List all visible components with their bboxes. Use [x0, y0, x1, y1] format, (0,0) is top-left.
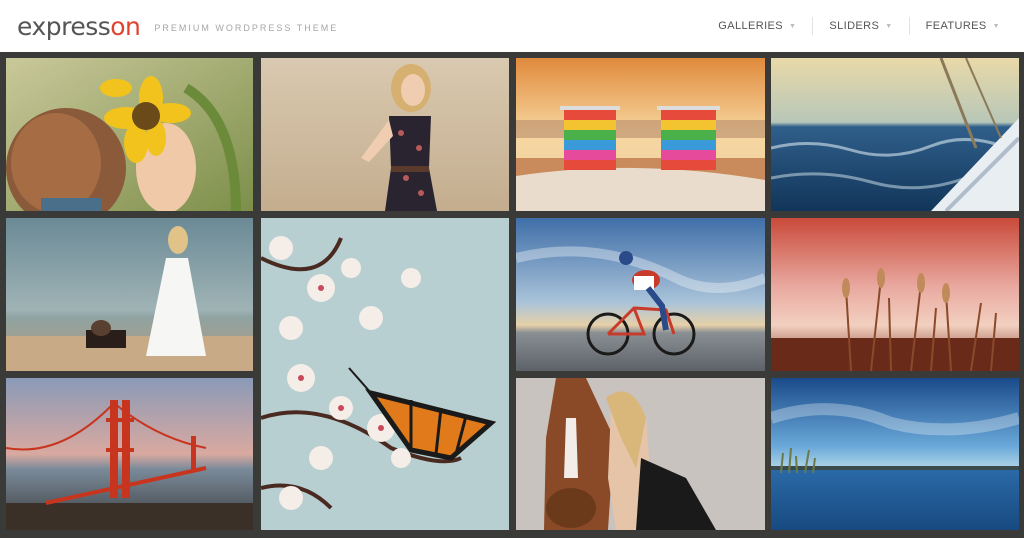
site-logo[interactable]: expresson — [17, 11, 141, 41]
nav-item-features[interactable]: FEATURES ▼ — [910, 16, 1000, 36]
photo-beach-chairs[interactable] — [516, 58, 765, 211]
site-header: expresson PREMIUM WORDPRESS THEME GALLER… — [0, 0, 1024, 52]
photo-blue-lake-sky[interactable] — [771, 378, 1019, 530]
photo-woman-floral-dress[interactable] — [261, 58, 509, 211]
chevron-down-icon: ▼ — [992, 22, 1000, 30]
chevron-down-icon: ▼ — [885, 22, 893, 30]
photo-girl-sunflower[interactable] — [6, 58, 253, 211]
nav-item-label: SLIDERS — [829, 20, 880, 32]
logo-text: express — [17, 11, 111, 41]
chevron-down-icon: ▼ — [789, 22, 797, 30]
photo-woman-horse[interactable] — [516, 378, 765, 530]
photo-red-sunset-grass[interactable] — [771, 218, 1019, 371]
site-tagline: PREMIUM WORDPRESS THEME — [154, 23, 339, 33]
photo-woman-white-dress-beach[interactable] — [6, 218, 253, 371]
main-nav: GALLERIES ▼ SLIDERS ▼ FEATURES ▼ — [702, 0, 1000, 52]
nav-item-label: FEATURES — [925, 20, 987, 32]
nav-item-label: GALLERIES — [718, 20, 784, 32]
photo-golden-gate-bridge[interactable] — [6, 378, 253, 530]
photo-cyclist[interactable] — [516, 218, 765, 371]
photo-cherry-blossom-butterfly[interactable] — [261, 218, 509, 530]
logo-accent-text: on — [110, 11, 141, 41]
photo-sailboat-ocean[interactable] — [771, 58, 1019, 211]
nav-item-galleries[interactable]: GALLERIES ▼ — [702, 16, 812, 36]
nav-item-sliders[interactable]: SLIDERS ▼ — [813, 16, 908, 36]
